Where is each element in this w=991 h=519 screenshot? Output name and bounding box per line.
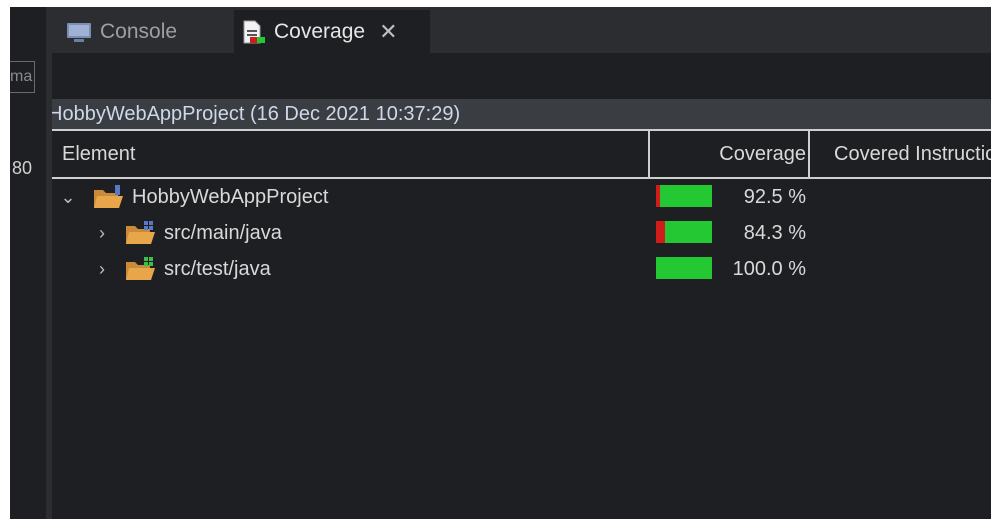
tree-row-label: src/test/java [164,258,271,280]
tree-row[interactable]: › src/test/java 100.0 % [52,251,991,287]
coverage-tree: ⌄ HobbyWebAppProject 92.5 % › src/main/j… [52,179,991,287]
coverage-percent: 84.3 % [743,222,806,244]
table-header: Element Coverage Covered Instructions [52,131,991,179]
column-header-covered-instructions[interactable]: Covered Instructions [810,131,991,177]
left-panel: ma 80 [10,7,46,519]
chevron-right-icon[interactable]: › [92,251,112,287]
tab-console[interactable]: Console [58,10,234,53]
chevron-right-icon[interactable]: › [92,215,112,251]
tab-bar: Console Coverage ✕ [52,7,991,53]
chevron-down-icon[interactable]: ⌄ [58,179,78,215]
tree-row-label: src/main/java [164,222,282,244]
coverage-session-title: HobbyWebAppProject (16 Dec 2021 10:37:29… [52,99,991,131]
view-toolbar [52,53,991,99]
left-panel-number: 80 [12,158,33,178]
test-source-folder-icon [124,256,158,288]
coverage-percent: 92.5 % [743,186,806,208]
column-header-element[interactable]: Element [52,131,650,177]
tab-coverage-label: Coverage [274,19,366,43]
column-header-coverage[interactable]: Coverage [650,131,810,177]
left-panel-input[interactable]: ma [10,61,35,93]
coverage-bar [656,221,712,243]
tab-coverage[interactable]: Coverage ✕ [234,10,430,53]
coverage-bar [656,257,712,279]
console-icon [66,21,92,43]
tree-row-label: HobbyWebAppProject [132,186,329,208]
coverage-bar [656,185,712,207]
source-folder-icon [124,220,158,252]
tree-row[interactable]: ⌄ HobbyWebAppProject 92.5 % [52,179,991,215]
coverage-icon [240,19,266,45]
tree-row[interactable]: › src/main/java 84.3 % [52,215,991,251]
close-icon[interactable]: ✕ [379,19,397,45]
project-folder-icon [92,184,126,216]
coverage-percent: 100.0 % [732,258,806,280]
tab-console-label: Console [100,19,178,43]
ide-window: ma 80 Console Coverage ✕ HobbyWebAppProj… [10,7,991,519]
coverage-view: Console Coverage ✕ HobbyWebAppProject (1… [52,7,991,519]
